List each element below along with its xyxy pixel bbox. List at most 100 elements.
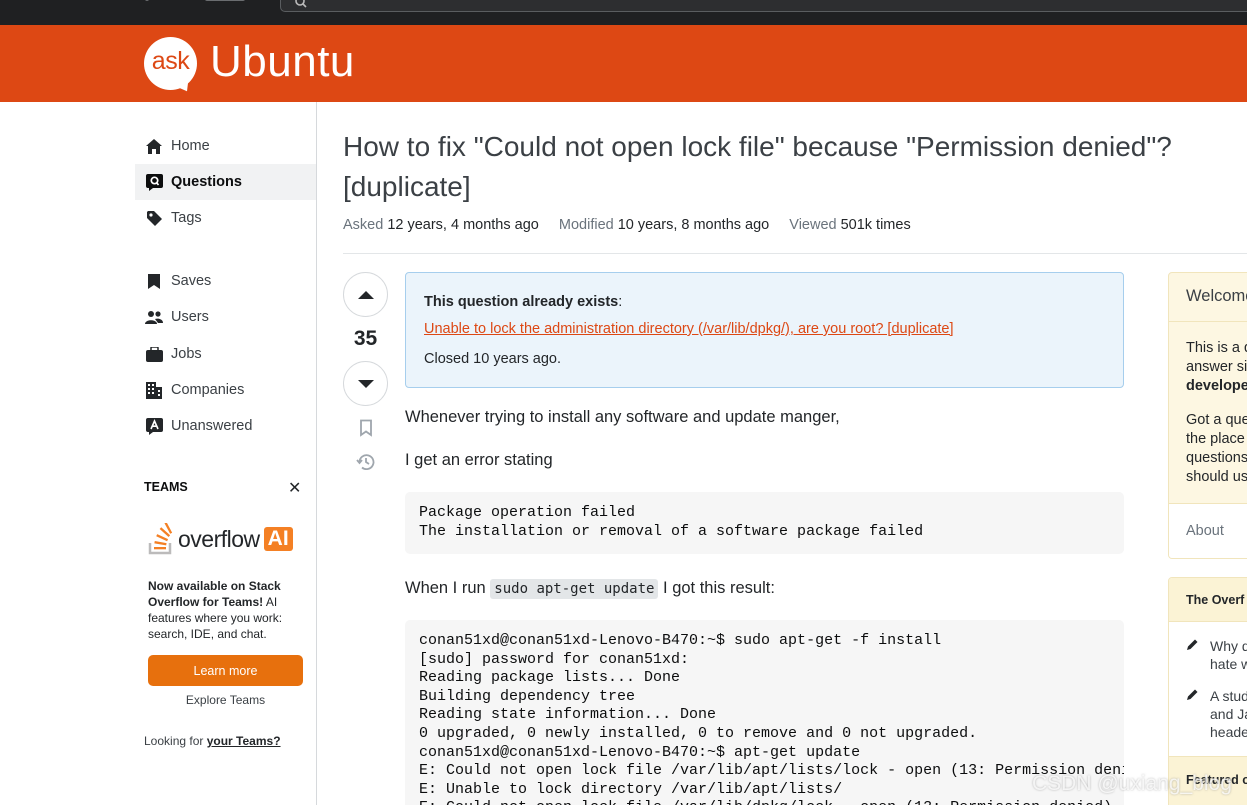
nav-users[interactable]: Users [135,299,316,335]
blog-item-2-line-1: A stud [1210,688,1247,704]
overflow-blog-heading: The Overf [1169,578,1247,622]
top-bar [0,0,1247,25]
save-bookmark-button[interactable] [356,418,376,438]
home-icon [145,137,163,155]
nav-unanswered[interactable]: Unanswered [135,408,316,444]
building-icon [145,381,163,399]
blog-item-1[interactable]: Why d hate w [1186,637,1247,673]
nav-label: Questions [171,174,242,190]
question-title[interactable]: How to fix "Could not open lock file" be… [343,127,1243,207]
modified-label: Modified [558,217,614,233]
nav-label: Jobs [171,346,202,362]
welcome-line-5: the place [1186,431,1245,447]
duplicate-question-link[interactable]: Unable to lock the administration direct… [424,321,954,337]
arrow-down-icon [357,379,374,388]
welcome-line-4: Got a que [1186,412,1247,428]
nav-questions[interactable]: Questions [135,164,316,200]
learn-more-button[interactable]: Learn more [148,655,303,686]
overflow-word: overflow [178,525,260,552]
welcome-line-1: This is a q [1186,340,1247,356]
pencil-icon [1186,637,1200,655]
notice-heading-bold: This question already exists [424,294,619,310]
question-meta: Asked 12 years, 4 months ago Modified 10 y… [343,217,927,233]
ai-badge: AI [263,527,293,551]
nav-label: Unanswered [171,418,253,434]
nav-tags[interactable]: Tags [135,200,316,236]
nav-jobs[interactable]: Jobs [135,336,316,372]
closed-text: Closed 10 years ago. [424,351,562,367]
welcome-line-6: questions [1186,450,1247,466]
history-icon [356,454,375,471]
questions-icon [145,173,163,191]
overflow-blog-box: The Overf Why dhate w A studand Jaheade … [1168,577,1247,805]
nav-label: Home [171,138,210,154]
history-button[interactable] [356,452,376,472]
teams-promo-text: Now available on Stack Overflow for Team… [148,578,298,642]
bookmark-icon [145,272,163,290]
nav-label: Users [171,309,209,325]
blog-item-1-line-1: Why d [1210,638,1247,654]
left-sidebar: Home Questions Tags Saves Users Jobs Com… [0,102,317,805]
blog-item-2-line-2: and Ja [1210,706,1247,722]
tag-icon [145,209,163,227]
pencil-icon [1186,687,1200,705]
nav-home[interactable]: Home [135,128,316,164]
nav-label: Saves [171,273,212,289]
modified-value[interactable]: 10 years, 8 months ago [618,217,770,233]
welcome-spacer [1186,396,1247,411]
unanswered-icon [145,417,163,435]
looking-prefix: Looking for [144,734,207,748]
blog-item-1-text: Why d hate w [1210,637,1247,673]
upvote-button[interactable] [343,272,388,317]
teams-promo-bold: Now available on Stack Overflow for Team… [148,579,281,609]
site-header: ask Ubuntu [0,25,1247,102]
logo-bubble: ask [144,37,197,90]
p3-before: When I run [405,579,491,597]
asked-value: 12 years, 4 months ago [387,217,539,233]
body-paragraph-3: When I run sudo apt-get update I got thi… [405,579,775,599]
welcome-heading: Welcome [1169,273,1247,322]
code-block-2: conan51xd@conan51xd-Lenovo-B470:~$ sudo … [405,620,1124,805]
welcome-line-2: answer si [1186,359,1247,375]
vote-count: 35 [353,327,378,350]
blog-item-2-line-3: heade [1210,724,1247,740]
arrow-up-icon [357,290,374,299]
briefcase-icon [145,345,163,363]
body-paragraph-2: I get an error stating [405,451,553,469]
welcome-box: Welcome This is a q answer si develope G… [1168,272,1247,559]
welcome-line-7: should us [1186,469,1247,485]
nav-label: Tags [171,210,202,226]
looking-for-teams: Looking for your Teams? [144,734,281,748]
nav-label: Companies [171,382,245,398]
your-teams-link[interactable]: your Teams? [207,734,281,748]
overflow-ai-logo: overflow AI [148,522,293,556]
csdn-watermark: CSDN @uxiang_blog [1032,772,1232,795]
blog-item-2[interactable]: A stud and Ja heade [1186,687,1247,741]
nav-companies[interactable]: Companies [135,372,316,408]
code-block-1: Package operation failed The installatio… [405,492,1124,554]
search-icon [295,0,307,8]
search-input[interactable] [280,0,1247,12]
close-icon[interactable]: ✕ [288,478,301,498]
users-icon [145,308,163,326]
asked-label: Asked [343,217,384,233]
explore-teams-link[interactable]: Explore Teams [148,693,303,707]
about-link[interactable]: About [1169,503,1247,558]
teams-heading: TEAMS [144,480,188,494]
blog-item-1-line-2: hate w [1210,656,1247,672]
welcome-body: This is a q answer si develope Got a que… [1169,322,1247,503]
notice-heading-colon: : [618,294,623,310]
logo-ask-text: ask [151,47,190,75]
nav-saves[interactable]: Saves [135,263,316,299]
bookmark-outline-icon [360,419,372,437]
notice-heading: This question already exists: [424,294,622,310]
topbar-nav-fragment [145,0,255,3]
body-paragraph-1: Whenever trying to install any software … [405,408,840,426]
viewed-value: 501k times [840,217,911,233]
downvote-button[interactable] [343,361,388,406]
p3-after: I got this result: [658,579,775,597]
duplicate-notice: This question already exists: Unable to … [405,272,1124,388]
inline-code: sudo apt-get update [490,579,659,599]
stack-overflow-icon [148,523,173,555]
logo-wordmark: Ubuntu [210,37,355,86]
